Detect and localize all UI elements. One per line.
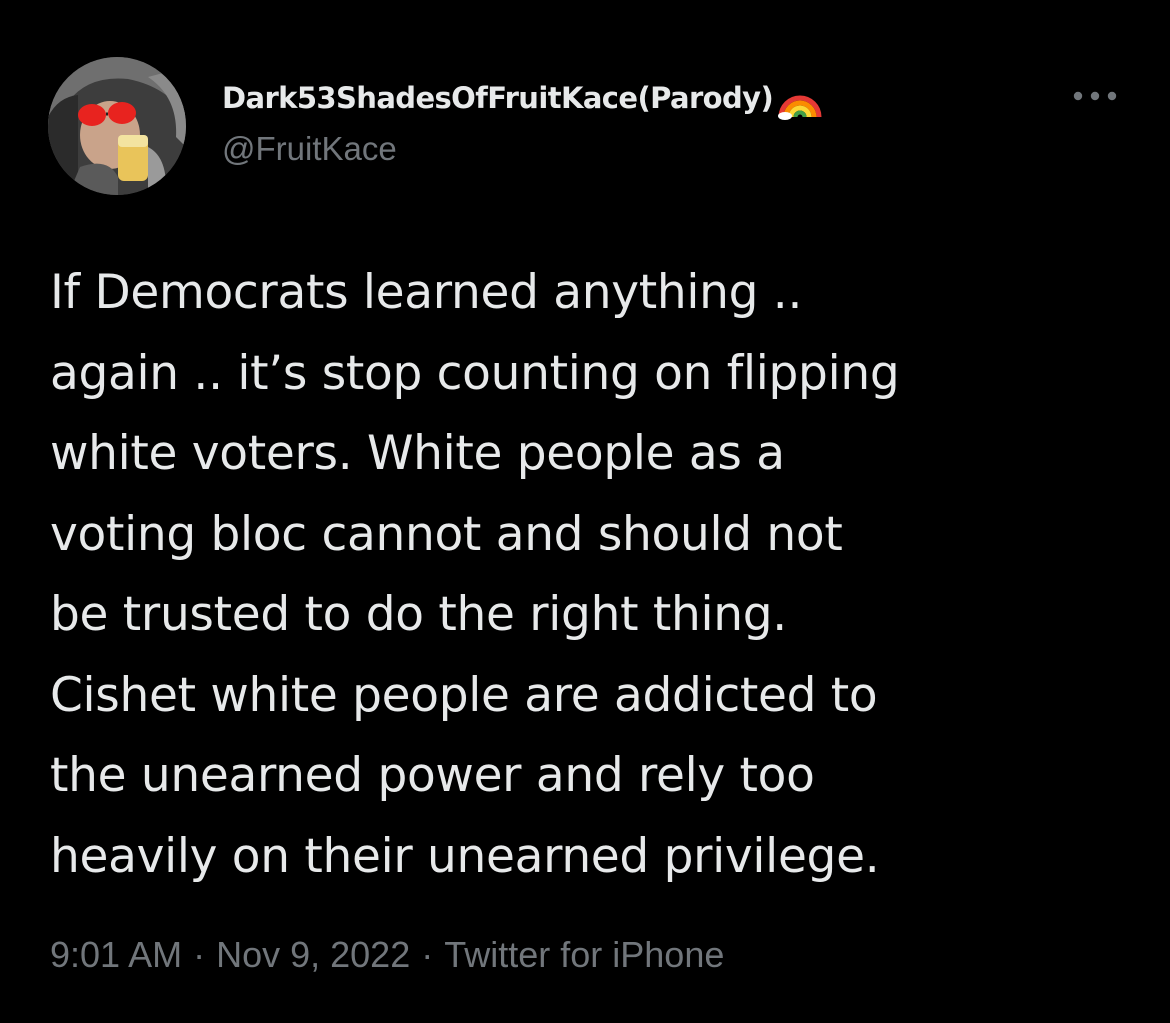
tweet-text-line: the unearned power and rely too: [50, 748, 815, 803]
tweet-date[interactable]: Nov 9, 2022: [216, 934, 410, 976]
tweet-header: Dark53ShadesOfFruitKace(Parody) @FruitKa…: [222, 76, 823, 168]
tweet-source[interactable]: Twitter for iPhone: [444, 934, 724, 976]
display-name-row: Dark53ShadesOfFruitKace(Parody): [222, 76, 823, 120]
avatar-image: [48, 57, 186, 195]
rainbow-icon: [777, 75, 823, 121]
tweet-text-line: again .. it’s stop counting on flipping: [50, 345, 900, 401]
author-handle[interactable]: @FruitKace: [222, 130, 823, 168]
tweet-time[interactable]: 9:01 AM: [50, 934, 182, 976]
tweet-text-line: If Democrats learned anything ..: [50, 265, 803, 320]
author-display-name[interactable]: Dark53ShadesOfFruitKace(Parody): [222, 81, 774, 115]
tweet-metadata: 9:01 AM · Nov 9, 2022 · Twitter for iPho…: [50, 934, 724, 976]
ellipsis-icon: [1073, 91, 1117, 101]
more-options-button[interactable]: [1066, 80, 1124, 112]
avatar[interactable]: [48, 57, 186, 195]
tweet-text-line: be trusted to do the right thing.: [50, 587, 787, 642]
tweet-text-line: white voters. White people as a: [50, 426, 785, 481]
meta-separator: ·: [421, 934, 434, 975]
tweet-text: If Democrats learned anything .. again .…: [50, 253, 1140, 897]
meta-separator: ·: [193, 934, 206, 975]
tweet-text-line: Cishet white people are addicted to: [50, 667, 878, 723]
tweet-text-line: heavily on their unearned privilege.: [50, 828, 880, 884]
tweet-card: Dark53ShadesOfFruitKace(Parody) @FruitKa…: [0, 0, 1170, 1023]
tweet-text-line: voting bloc cannot and should not: [50, 506, 843, 562]
